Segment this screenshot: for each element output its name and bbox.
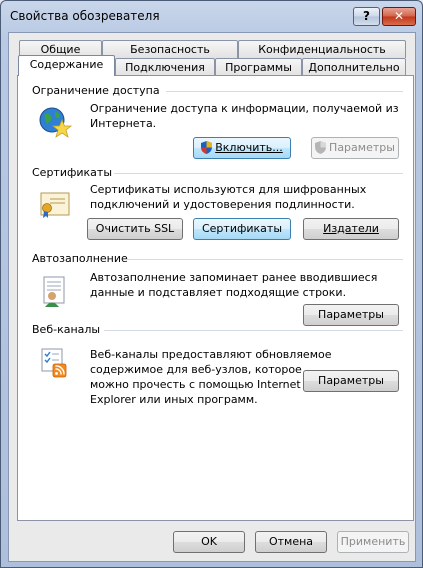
content-advisor-divider xyxy=(166,91,403,92)
tab-security[interactable]: Безопасность xyxy=(102,40,238,58)
certificate-icon xyxy=(40,192,70,218)
autocomplete-settings-button[interactable]: Параметры xyxy=(303,304,399,326)
tab-content[interactable]: Содержание xyxy=(18,55,115,76)
certificates-divider xyxy=(114,173,403,174)
close-button[interactable]: ✕ xyxy=(382,7,416,26)
feeds-title: Веб-каналы xyxy=(32,323,101,336)
autocomplete-title: Автозаполнение xyxy=(32,252,128,265)
uac-shield-icon xyxy=(315,140,327,154)
apply-button[interactable]: Применить xyxy=(337,531,409,553)
certificates-button[interactable]: Сертификаты xyxy=(193,218,291,240)
globe-star-icon xyxy=(39,107,72,138)
autocomplete-divider xyxy=(126,259,403,260)
feeds-divider xyxy=(104,330,403,331)
help-button[interactable]: ? xyxy=(353,7,380,26)
certificates-description: Сертификаты используются для шифрованных… xyxy=(90,183,367,211)
content-tab-panel: Ограничение доступа Ограничение доступа … xyxy=(17,75,414,521)
feeds-settings-button[interactable]: Параметры xyxy=(303,370,399,392)
tab-programs[interactable]: Программы xyxy=(215,58,302,76)
tab-advanced[interactable]: Дополнительно xyxy=(302,58,406,76)
user-form-icon xyxy=(43,276,65,307)
content-advisor-settings-button[interactable]: Параметры xyxy=(311,137,399,159)
tab-privacy[interactable]: Конфиденциальность xyxy=(238,40,406,58)
content-advisor-title: Ограничение доступа xyxy=(32,84,160,97)
enable-content-advisor-button[interactable]: Включить... xyxy=(193,137,291,159)
cancel-button[interactable]: Отмена xyxy=(255,531,327,553)
uac-shield-icon xyxy=(201,140,213,154)
feeds-description: Веб-каналы предоставляют обновляемое сод… xyxy=(90,348,332,406)
content-advisor-description: Ограничение доступа к информации, получа… xyxy=(90,102,399,130)
certificates-title: Сертификаты xyxy=(32,166,113,179)
rss-feed-icon xyxy=(41,348,67,378)
ok-button[interactable]: OK xyxy=(173,531,245,553)
internet-options-window: Свойства обозревателя ? ✕ Общие Безопасн… xyxy=(0,0,423,568)
autocomplete-description: Автозаполнение запоминает ранее вводивши… xyxy=(90,271,378,299)
publishers-button[interactable]: Издатели xyxy=(303,218,399,240)
clear-ssl-button[interactable]: Очистить SSL xyxy=(87,218,183,240)
window-title: Свойства обозревателя xyxy=(10,9,160,23)
tab-connections[interactable]: Подключения xyxy=(115,58,215,76)
